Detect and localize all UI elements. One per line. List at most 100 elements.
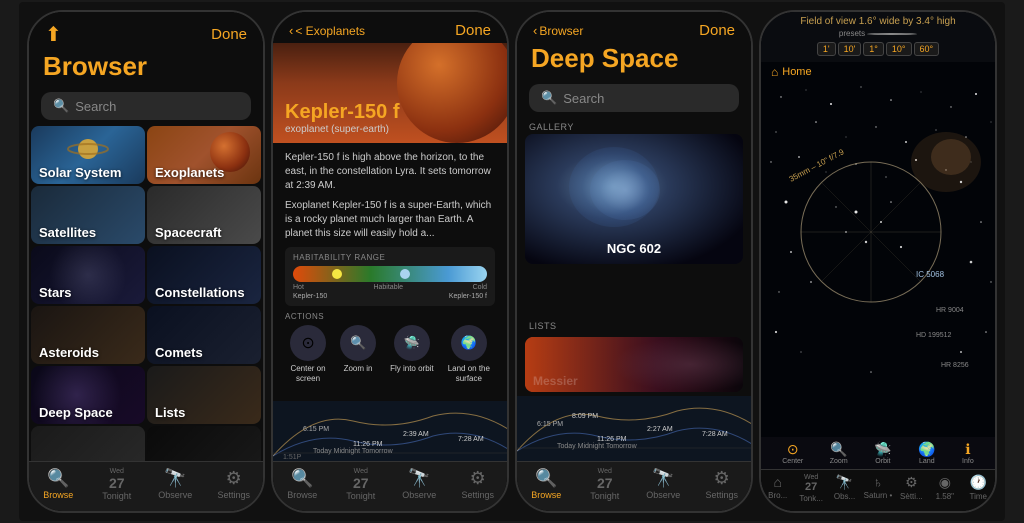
- messier-item[interactable]: Messier: [525, 337, 743, 392]
- settings-label: Settings: [461, 490, 494, 500]
- back-button[interactable]: ‹ Browser: [533, 23, 583, 38]
- tab-browse[interactable]: 🔍 Browse: [517, 468, 576, 501]
- tonight-label: Tonight: [590, 491, 619, 501]
- tab-observe[interactable]: 🔭 Observe: [146, 468, 205, 501]
- presets-label: presets: [839, 29, 865, 38]
- grid-item-label: Constellations: [147, 281, 253, 304]
- tab-time[interactable]: 🕐 Time: [962, 474, 995, 503]
- deepspace-search[interactable]: 🔍 Search: [529, 84, 739, 112]
- browse-label: Browse: [531, 490, 561, 500]
- svg-text:Today Midnight Tomorrow: Today Midnight Tomorrow: [313, 448, 394, 455]
- back-label: Browser: [539, 24, 583, 38]
- kepler-timeline: 1:51P 11:26 PM 2:39 AM 7:28 AM Today Mid…: [273, 401, 507, 461]
- planet-image: [397, 43, 507, 143]
- grid-asteroids[interactable]: Asteroids: [31, 306, 145, 364]
- chevron-left-icon: ‹: [289, 23, 293, 38]
- actions-section: ACTIONS ⊙ Center onscreen 🔍 Zoom in: [285, 312, 495, 383]
- tab-tonight-label: Tonight: [102, 491, 131, 501]
- tab-browse[interactable]: 🔍 Browse: [273, 468, 332, 501]
- back-label: < Exoplanets: [295, 24, 365, 38]
- ngc-image[interactable]: NGC 602: [525, 134, 743, 264]
- preset-5[interactable]: 60°: [914, 42, 940, 56]
- grid-stars[interactable]: Stars: [31, 246, 145, 304]
- tab-browse[interactable]: 🔍 Browse: [29, 468, 88, 501]
- bro-label: Bro...: [768, 491, 787, 500]
- preset-2[interactable]: 10': [838, 42, 862, 56]
- tab-setti[interactable]: ⚙ Sètti...: [895, 474, 928, 503]
- preset-1[interactable]: 1': [817, 42, 836, 56]
- hot-label: Hot: [293, 284, 304, 291]
- preset-4[interactable]: 10°: [886, 42, 912, 56]
- tab-settings[interactable]: ⚙ Settings: [205, 468, 264, 501]
- settings-label: Settings: [705, 490, 738, 500]
- obs-label: Obs...: [834, 492, 855, 501]
- grid-spacecraft[interactable]: Spacecraft: [147, 186, 261, 244]
- fov-center-btn[interactable]: ⊙ Center: [782, 441, 803, 465]
- tab-tonk[interactable]: Wed 27 Tonk...: [794, 474, 827, 503]
- phone-kepler: ‹ < Exoplanets Done Kepler-150 f exoplan…: [271, 10, 509, 513]
- kepler-subtitle: exoplanet (super-earth): [285, 124, 400, 135]
- grid-exoplanets[interactable]: Exoplanets: [147, 126, 261, 184]
- fov-info-btn[interactable]: ℹ Info: [962, 441, 974, 465]
- search-icon: 🔍: [53, 98, 69, 114]
- orbit-action[interactable]: 🛸 Fly into orbit: [390, 325, 434, 383]
- center-action[interactable]: ⊙ Center onscreen: [290, 325, 326, 383]
- tab-158[interactable]: ◉ 1.58": [928, 474, 961, 503]
- grid-constellations[interactable]: Constellations: [147, 246, 261, 304]
- back-button[interactable]: ‹ < Exoplanets: [289, 23, 365, 38]
- browse-icon: 🔍: [535, 468, 557, 489]
- fov-zoom-btn[interactable]: 🔍 Zoom: [830, 441, 848, 465]
- kepler-content: Kepler-150 f exoplanet (super-earth) Kep…: [273, 43, 507, 511]
- grid-lists[interactable]: Lists: [147, 366, 261, 424]
- fov-tab-bar: ⌂ Bro... Wed 27 Tonk... 🔭 Obs... ♄ Satur…: [761, 469, 995, 511]
- center-icon: ⊙: [290, 325, 326, 361]
- grid-item-label: Lists: [147, 401, 193, 424]
- grid-item-label: Exoplanets: [147, 161, 232, 184]
- tab-bro[interactable]: ⌂ Bro...: [761, 474, 794, 503]
- grid-solar-system[interactable]: Solar System: [31, 126, 145, 184]
- tab-settings[interactable]: ⚙ Settings: [693, 468, 752, 501]
- done-button[interactable]: Done: [455, 22, 491, 39]
- svg-text:HR 9004: HR 9004: [936, 307, 964, 314]
- lists-section: LISTS Messier: [517, 317, 751, 396]
- tab-tonight-day: Wed: [110, 468, 124, 475]
- grid-guide[interactable]: User's Guide: [31, 426, 145, 461]
- fov-land-btn[interactable]: 🌍 Land: [918, 441, 935, 465]
- 158-icon: ◉: [939, 474, 951, 491]
- kepler-tab-bar: 🔍 Browse Wed 27 Tonight 🔭 Observe ⚙: [273, 461, 507, 511]
- tonk-label: Tonk...: [799, 494, 823, 503]
- habitability-bar: [293, 266, 487, 282]
- browser-grid: Solar System Exoplanets Satellites Space…: [29, 126, 263, 461]
- deepspace-content: GALLERY NGC 602 LISTS Messier: [517, 118, 751, 511]
- grid-satellites[interactable]: Satellites: [31, 186, 145, 244]
- phone-deepspace: ‹ Browser Done Deep Space 🔍 Search GALLE…: [515, 10, 753, 513]
- tab-saturn[interactable]: ♄ Saturn •: [861, 474, 894, 503]
- tab-tonight[interactable]: Wed 27 Tonight: [88, 468, 147, 501]
- browser-top-nav: ⬆ Done: [29, 12, 263, 51]
- time-label: Time: [970, 492, 987, 501]
- preset-3[interactable]: 1°: [863, 42, 884, 56]
- svg-text:7:28 AM: 7:28 AM: [458, 436, 484, 443]
- tab-tonight[interactable]: Wed 27 Tonight: [576, 468, 635, 501]
- tonight-num: 27: [597, 476, 613, 490]
- grid-deepspace[interactable]: Deep Space: [31, 366, 145, 424]
- tonight-num: 27: [353, 476, 369, 490]
- tab-settings[interactable]: ⚙ Settings: [449, 468, 508, 501]
- done-button[interactable]: Done: [699, 22, 735, 39]
- fov-orbit-btn[interactable]: 🛸 Orbit: [874, 441, 891, 465]
- svg-text:2:27 AM: 2:27 AM: [647, 426, 673, 433]
- grid-comets[interactable]: Comets: [147, 306, 261, 364]
- tab-tonight[interactable]: Wed 27 Tonight: [332, 468, 391, 501]
- svg-text:8:09 PM: 8:09 PM: [572, 413, 598, 420]
- land-action[interactable]: 🌍 Land on thesurface: [448, 325, 490, 383]
- tab-obs[interactable]: 🔭 Obs...: [828, 474, 861, 503]
- search-bar[interactable]: 🔍 Search: [41, 92, 251, 120]
- grid-support[interactable]: Support: [147, 426, 261, 461]
- settings-icon: ⚙: [226, 468, 242, 489]
- share-icon[interactable]: ⬆: [45, 22, 62, 47]
- tab-observe[interactable]: 🔭 Observe: [390, 468, 449, 501]
- habitability-section: HABITABILITY RANGE Hot Habitable Cold Ke…: [285, 247, 495, 306]
- zoom-action[interactable]: 🔍 Zoom in: [340, 325, 376, 383]
- tab-observe[interactable]: 🔭 Observe: [634, 468, 693, 501]
- done-button[interactable]: Done: [211, 26, 247, 43]
